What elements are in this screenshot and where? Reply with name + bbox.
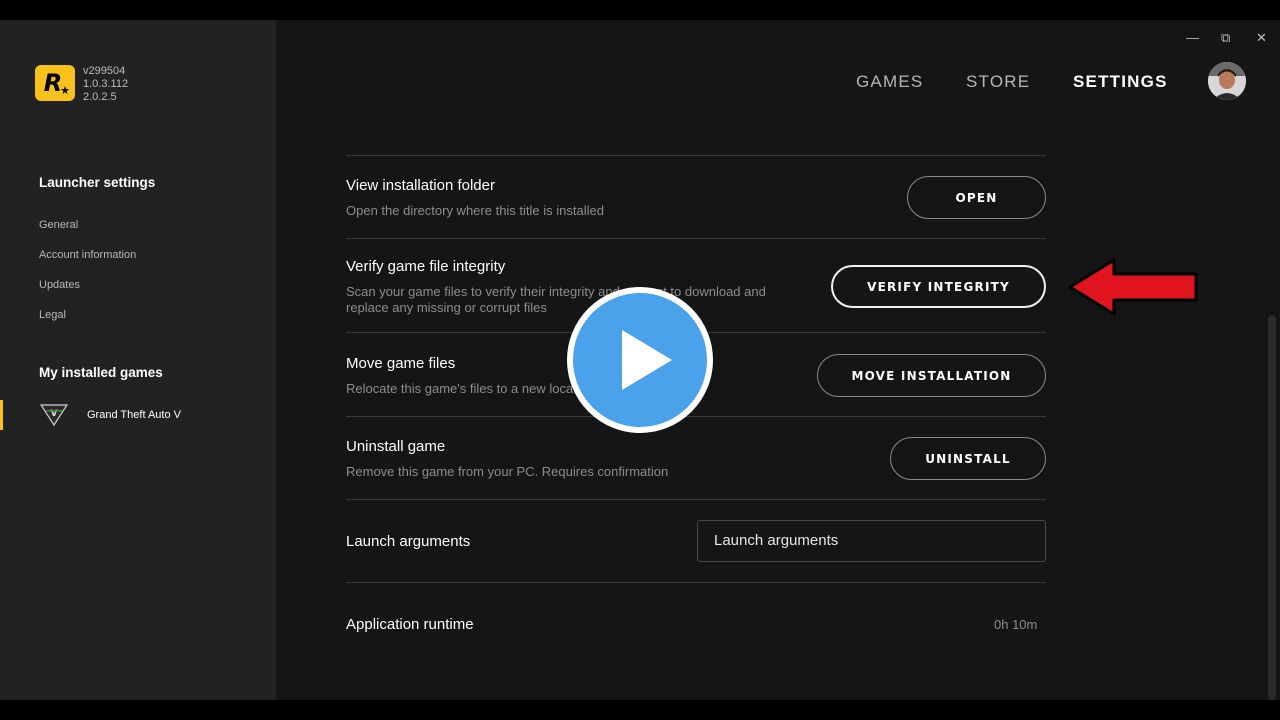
view-folder-description: Open the directory where this title is i… [346,203,604,218]
sidebar-item-gta-v[interactable]: V Grand Theft Auto V [0,400,276,430]
divider [346,499,1046,500]
version-line: 1.0.3.112 [83,78,129,90]
application-runtime-value: 0h 10m [994,617,1038,632]
application-runtime-label: Application runtime [346,616,474,633]
launcher-settings-heading: Launcher settings [39,175,156,190]
tab-store[interactable]: STORE [966,72,1030,92]
close-button[interactable]: ✕ [1256,30,1267,46]
active-indicator [0,400,3,430]
sidebar: R ★ v299504 1.0.3.112 2.0.2.5 Launcher se… [0,20,276,700]
version-line: v299504 [83,65,126,77]
installed-games-heading: My installed games [39,365,163,380]
version-info: v299504 1.0.3.112 2.0.2.5 [83,65,128,104]
view-folder-title: View installation folder [346,177,495,194]
sidebar-item-legal[interactable]: Legal [39,309,66,321]
divider [346,155,1046,156]
uninstall-title: Uninstall game [346,438,446,455]
restore-button[interactable]: ⧉ [1221,30,1230,46]
sidebar-item-updates[interactable]: Updates [39,279,80,291]
uninstall-button[interactable]: UNINSTALL [890,437,1046,480]
avatar-image [1208,62,1246,100]
move-files-title: Move game files [346,355,456,372]
game-name: Grand Theft Auto V [87,409,181,421]
scrollbar[interactable] [1268,315,1276,700]
tab-games[interactable]: GAMES [856,72,923,92]
play-icon[interactable] [566,286,714,434]
divider [346,238,1046,239]
open-folder-button[interactable]: OPEN [907,176,1046,219]
tab-settings[interactable]: SETTINGS [1073,72,1168,92]
gta-v-icon: V [40,404,68,427]
launch-arguments-label: Launch arguments [346,533,471,550]
arrow-left-icon [1068,258,1198,316]
launch-arguments-input[interactable]: Launch arguments [697,520,1046,562]
move-installation-button[interactable]: MOVE INSTALLATION [817,354,1046,397]
divider [346,582,1046,583]
verify-integrity-title: Verify game file integrity [346,258,506,275]
profile-avatar[interactable] [1208,62,1246,100]
version-line: 2.0.2.5 [83,91,117,103]
uninstall-description: Remove this game from your PC. Requires … [346,464,669,479]
sidebar-item-account-information[interactable]: Account information [39,249,136,261]
minimize-button[interactable]: — [1186,30,1199,45]
rockstar-logo: R ★ [35,65,75,101]
sidebar-item-general[interactable]: General [39,219,78,231]
verify-integrity-button[interactable]: VERIFY INTEGRITY [831,265,1046,308]
